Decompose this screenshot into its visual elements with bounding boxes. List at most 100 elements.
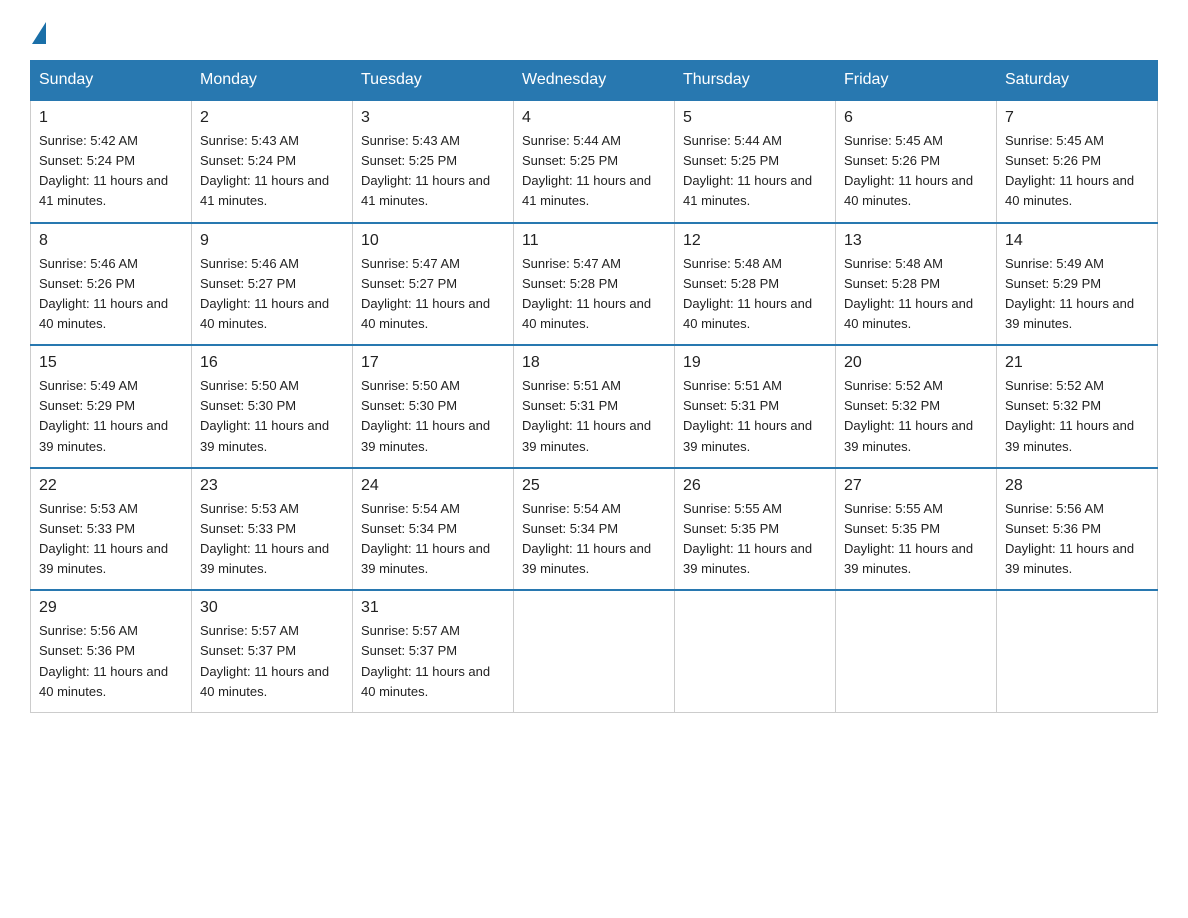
calendar-cell: 13 Sunrise: 5:48 AMSunset: 5:28 PMDaylig… [836, 223, 997, 346]
day-info: Sunrise: 5:51 AMSunset: 5:31 PMDaylight:… [683, 378, 812, 453]
day-number: 12 [683, 232, 827, 250]
day-info: Sunrise: 5:52 AMSunset: 5:32 PMDaylight:… [844, 378, 973, 453]
day-info: Sunrise: 5:45 AMSunset: 5:26 PMDaylight:… [844, 133, 973, 208]
day-number: 16 [200, 354, 344, 372]
calendar-cell: 7 Sunrise: 5:45 AMSunset: 5:26 PMDayligh… [997, 100, 1158, 223]
calendar-cell: 24 Sunrise: 5:54 AMSunset: 5:34 PMDaylig… [353, 468, 514, 591]
calendar-cell [997, 590, 1158, 712]
day-number: 17 [361, 354, 505, 372]
day-info: Sunrise: 5:42 AMSunset: 5:24 PMDaylight:… [39, 133, 168, 208]
day-info: Sunrise: 5:43 AMSunset: 5:24 PMDaylight:… [200, 133, 329, 208]
day-info: Sunrise: 5:57 AMSunset: 5:37 PMDaylight:… [200, 623, 329, 698]
day-info: Sunrise: 5:54 AMSunset: 5:34 PMDaylight:… [522, 501, 651, 576]
day-number: 2 [200, 109, 344, 127]
day-info: Sunrise: 5:57 AMSunset: 5:37 PMDaylight:… [361, 623, 490, 698]
day-info: Sunrise: 5:47 AMSunset: 5:27 PMDaylight:… [361, 256, 490, 331]
day-number: 15 [39, 354, 183, 372]
calendar-cell: 31 Sunrise: 5:57 AMSunset: 5:37 PMDaylig… [353, 590, 514, 712]
day-info: Sunrise: 5:49 AMSunset: 5:29 PMDaylight:… [39, 378, 168, 453]
day-number: 23 [200, 477, 344, 495]
calendar-cell: 17 Sunrise: 5:50 AMSunset: 5:30 PMDaylig… [353, 345, 514, 468]
calendar-cell [675, 590, 836, 712]
logo-triangle-icon [32, 22, 46, 44]
day-number: 26 [683, 477, 827, 495]
day-info: Sunrise: 5:45 AMSunset: 5:26 PMDaylight:… [1005, 133, 1134, 208]
day-number: 21 [1005, 354, 1149, 372]
day-number: 13 [844, 232, 988, 250]
day-number: 19 [683, 354, 827, 372]
calendar-header-row: SundayMondayTuesdayWednesdayThursdayFrid… [31, 61, 1158, 101]
calendar-week-row: 1 Sunrise: 5:42 AMSunset: 5:24 PMDayligh… [31, 100, 1158, 223]
day-number: 31 [361, 599, 505, 617]
calendar-cell: 21 Sunrise: 5:52 AMSunset: 5:32 PMDaylig… [997, 345, 1158, 468]
calendar-cell: 2 Sunrise: 5:43 AMSunset: 5:24 PMDayligh… [192, 100, 353, 223]
calendar-cell: 16 Sunrise: 5:50 AMSunset: 5:30 PMDaylig… [192, 345, 353, 468]
calendar-week-row: 15 Sunrise: 5:49 AMSunset: 5:29 PMDaylig… [31, 345, 1158, 468]
day-info: Sunrise: 5:50 AMSunset: 5:30 PMDaylight:… [200, 378, 329, 453]
day-info: Sunrise: 5:48 AMSunset: 5:28 PMDaylight:… [844, 256, 973, 331]
day-info: Sunrise: 5:56 AMSunset: 5:36 PMDaylight:… [1005, 501, 1134, 576]
calendar-cell: 25 Sunrise: 5:54 AMSunset: 5:34 PMDaylig… [514, 468, 675, 591]
page-header [30, 20, 1158, 42]
header-day-sunday: Sunday [31, 61, 192, 101]
calendar-cell: 28 Sunrise: 5:56 AMSunset: 5:36 PMDaylig… [997, 468, 1158, 591]
day-info: Sunrise: 5:51 AMSunset: 5:31 PMDaylight:… [522, 378, 651, 453]
calendar-cell: 12 Sunrise: 5:48 AMSunset: 5:28 PMDaylig… [675, 223, 836, 346]
calendar-table: SundayMondayTuesdayWednesdayThursdayFrid… [30, 60, 1158, 713]
header-day-thursday: Thursday [675, 61, 836, 101]
calendar-cell: 6 Sunrise: 5:45 AMSunset: 5:26 PMDayligh… [836, 100, 997, 223]
day-info: Sunrise: 5:54 AMSunset: 5:34 PMDaylight:… [361, 501, 490, 576]
calendar-cell: 1 Sunrise: 5:42 AMSunset: 5:24 PMDayligh… [31, 100, 192, 223]
logo [30, 20, 46, 42]
day-info: Sunrise: 5:56 AMSunset: 5:36 PMDaylight:… [39, 623, 168, 698]
calendar-cell: 9 Sunrise: 5:46 AMSunset: 5:27 PMDayligh… [192, 223, 353, 346]
day-info: Sunrise: 5:55 AMSunset: 5:35 PMDaylight:… [844, 501, 973, 576]
day-number: 10 [361, 232, 505, 250]
calendar-week-row: 8 Sunrise: 5:46 AMSunset: 5:26 PMDayligh… [31, 223, 1158, 346]
calendar-cell: 27 Sunrise: 5:55 AMSunset: 5:35 PMDaylig… [836, 468, 997, 591]
day-number: 3 [361, 109, 505, 127]
calendar-cell: 23 Sunrise: 5:53 AMSunset: 5:33 PMDaylig… [192, 468, 353, 591]
day-info: Sunrise: 5:44 AMSunset: 5:25 PMDaylight:… [683, 133, 812, 208]
day-number: 20 [844, 354, 988, 372]
day-info: Sunrise: 5:53 AMSunset: 5:33 PMDaylight:… [200, 501, 329, 576]
day-number: 11 [522, 232, 666, 250]
day-number: 25 [522, 477, 666, 495]
day-number: 4 [522, 109, 666, 127]
day-info: Sunrise: 5:46 AMSunset: 5:26 PMDaylight:… [39, 256, 168, 331]
day-number: 22 [39, 477, 183, 495]
calendar-cell [514, 590, 675, 712]
day-number: 24 [361, 477, 505, 495]
calendar-week-row: 29 Sunrise: 5:56 AMSunset: 5:36 PMDaylig… [31, 590, 1158, 712]
header-day-friday: Friday [836, 61, 997, 101]
day-number: 29 [39, 599, 183, 617]
day-number: 9 [200, 232, 344, 250]
day-number: 14 [1005, 232, 1149, 250]
day-number: 18 [522, 354, 666, 372]
calendar-cell: 29 Sunrise: 5:56 AMSunset: 5:36 PMDaylig… [31, 590, 192, 712]
header-day-saturday: Saturday [997, 61, 1158, 101]
header-day-tuesday: Tuesday [353, 61, 514, 101]
calendar-cell: 8 Sunrise: 5:46 AMSunset: 5:26 PMDayligh… [31, 223, 192, 346]
day-number: 28 [1005, 477, 1149, 495]
calendar-cell: 5 Sunrise: 5:44 AMSunset: 5:25 PMDayligh… [675, 100, 836, 223]
calendar-cell: 26 Sunrise: 5:55 AMSunset: 5:35 PMDaylig… [675, 468, 836, 591]
calendar-cell: 11 Sunrise: 5:47 AMSunset: 5:28 PMDaylig… [514, 223, 675, 346]
calendar-week-row: 22 Sunrise: 5:53 AMSunset: 5:33 PMDaylig… [31, 468, 1158, 591]
day-number: 1 [39, 109, 183, 127]
day-number: 7 [1005, 109, 1149, 127]
day-info: Sunrise: 5:47 AMSunset: 5:28 PMDaylight:… [522, 256, 651, 331]
day-info: Sunrise: 5:46 AMSunset: 5:27 PMDaylight:… [200, 256, 329, 331]
calendar-cell: 4 Sunrise: 5:44 AMSunset: 5:25 PMDayligh… [514, 100, 675, 223]
day-info: Sunrise: 5:48 AMSunset: 5:28 PMDaylight:… [683, 256, 812, 331]
header-day-wednesday: Wednesday [514, 61, 675, 101]
calendar-cell: 22 Sunrise: 5:53 AMSunset: 5:33 PMDaylig… [31, 468, 192, 591]
calendar-cell: 3 Sunrise: 5:43 AMSunset: 5:25 PMDayligh… [353, 100, 514, 223]
calendar-cell: 14 Sunrise: 5:49 AMSunset: 5:29 PMDaylig… [997, 223, 1158, 346]
calendar-cell: 15 Sunrise: 5:49 AMSunset: 5:29 PMDaylig… [31, 345, 192, 468]
day-info: Sunrise: 5:44 AMSunset: 5:25 PMDaylight:… [522, 133, 651, 208]
calendar-cell: 10 Sunrise: 5:47 AMSunset: 5:27 PMDaylig… [353, 223, 514, 346]
day-info: Sunrise: 5:49 AMSunset: 5:29 PMDaylight:… [1005, 256, 1134, 331]
calendar-cell: 18 Sunrise: 5:51 AMSunset: 5:31 PMDaylig… [514, 345, 675, 468]
day-number: 5 [683, 109, 827, 127]
